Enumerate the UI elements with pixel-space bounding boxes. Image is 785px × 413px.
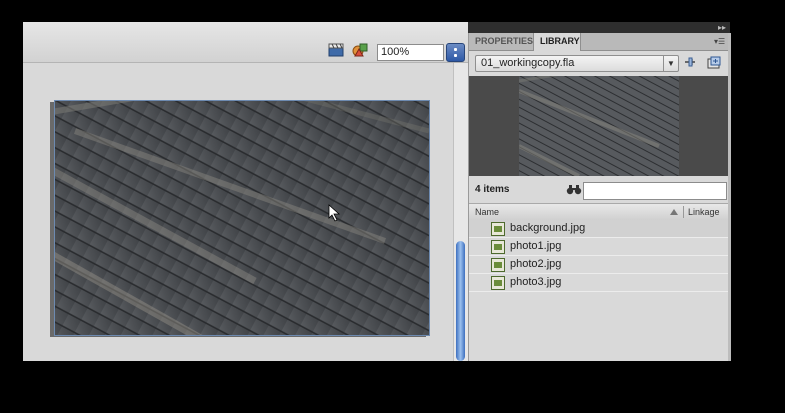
bitmap-icon	[491, 240, 505, 254]
library-item-label: photo3.jpg	[510, 276, 562, 288]
library-item-photo1[interactable]: photo1.jpg	[469, 238, 728, 256]
column-header-name[interactable]: Name	[475, 204, 499, 220]
library-search-input[interactable]	[583, 182, 727, 200]
column-header-linkage[interactable]: Linkage	[688, 204, 720, 220]
tab-properties[interactable]: PROPERTIES	[469, 33, 533, 50]
library-list-header: Name Linkage	[469, 203, 731, 221]
library-panel: PROPERTIES LIBRARY ▾☰ 01_workingcopy.fla…	[468, 33, 731, 361]
library-item-label: photo1.jpg	[510, 240, 562, 252]
panel-edge	[728, 33, 731, 361]
clapper-icon[interactable]	[328, 43, 344, 57]
scrollbar-thumb[interactable]	[456, 241, 465, 361]
bitmap-icon	[491, 222, 505, 236]
panel-titlebar[interactable]: ▸▸	[468, 22, 730, 33]
zoom-field[interactable]: 100%	[377, 44, 444, 61]
bitmap-icon	[491, 276, 505, 290]
tab-library[interactable]: LIBRARY	[533, 33, 581, 51]
stage-window: 100%	[23, 22, 468, 361]
new-library-icon[interactable]	[707, 56, 721, 69]
library-preview	[469, 76, 731, 176]
document-select[interactable]: 01_workingcopy.fla ▼	[475, 55, 679, 72]
vertical-scrollbar[interactable]	[453, 63, 468, 361]
sort-ascending-icon[interactable]	[670, 209, 678, 215]
edit-bar: 100%	[23, 22, 468, 63]
library-item-label: photo2.jpg	[510, 258, 562, 270]
preview-image	[519, 76, 679, 176]
items-count: 4 items	[475, 184, 510, 195]
stepper-icon[interactable]	[446, 43, 465, 62]
bitmap-icon	[491, 258, 505, 272]
library-item-photo2[interactable]: photo2.jpg	[469, 256, 728, 274]
symbol-icon[interactable]	[352, 43, 368, 57]
document-select-value: 01_workingcopy.fla	[481, 57, 575, 69]
collapse-icon[interactable]: ▸▸	[718, 23, 726, 32]
column-divider[interactable]	[683, 206, 684, 218]
pin-icon[interactable]	[683, 56, 697, 69]
panel-tabs: PROPERTIES LIBRARY ▾☰	[469, 33, 731, 51]
stage-photo[interactable]	[54, 100, 430, 336]
library-item-background[interactable]: background.jpg	[469, 220, 728, 238]
chevron-down-icon: ▼	[663, 56, 678, 71]
binoculars-icon	[566, 185, 582, 195]
library-item-label: background.jpg	[510, 222, 586, 234]
library-item-photo3[interactable]: photo3.jpg	[469, 274, 728, 292]
panel-menu-icon[interactable]: ▾☰	[714, 37, 725, 46]
